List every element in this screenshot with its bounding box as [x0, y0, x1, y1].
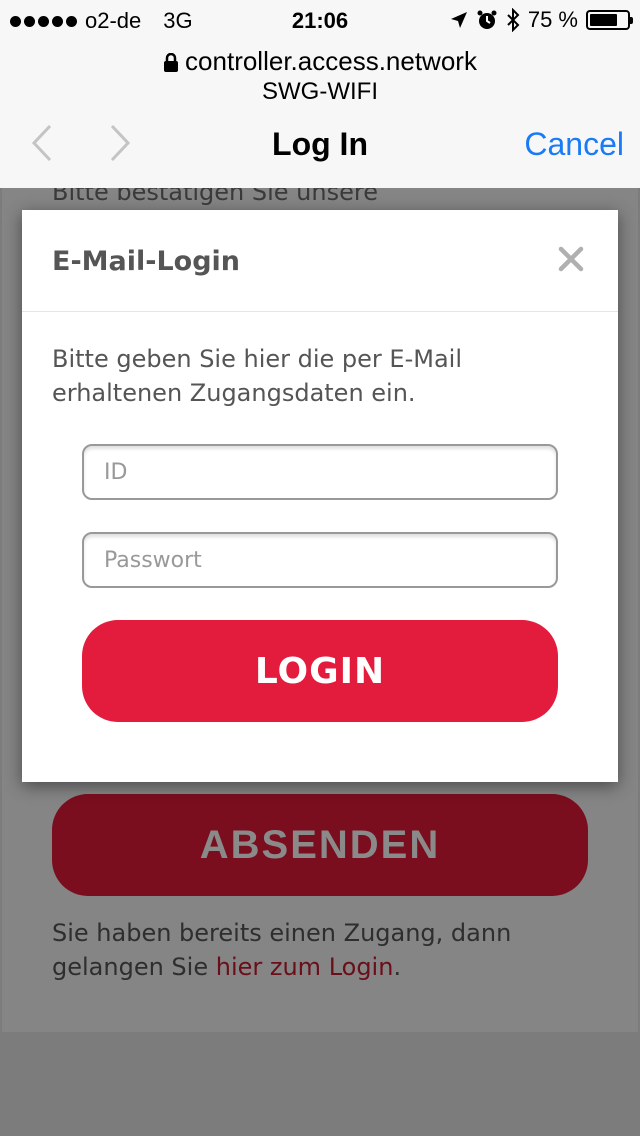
location-arrow-icon [450, 12, 467, 28]
close-button[interactable] [556, 244, 586, 274]
battery-fill [590, 14, 617, 26]
login-button[interactable]: LOGIN [82, 620, 558, 722]
close-icon [558, 246, 584, 272]
bluetooth-icon [507, 8, 520, 32]
alarm-clock-icon [477, 10, 497, 29]
lock-icon [164, 53, 179, 73]
consent-text: Bitte bestätigen Sie unsere [52, 188, 378, 206]
browser-header: controller.access.network SWG-WIFI Log I… [0, 40, 640, 188]
nav-row: Log In Cancel [0, 120, 640, 166]
status-right: 75 % [450, 7, 633, 33]
battery-icon [586, 10, 633, 30]
existing-access-text: Sie haben bereits einen Zugang, dann gel… [52, 916, 592, 984]
modal-title: E-Mail-Login [52, 246, 241, 277]
email-login-modal: E-Mail-Login Bitte geben Sie hier die pe… [22, 210, 618, 782]
url-text: controller.access.network [185, 46, 477, 76]
id-input[interactable] [82, 444, 558, 500]
submit-button[interactable]: ABSENDEN [52, 794, 588, 896]
network-ssid: SWG-WIFI [262, 78, 378, 105]
url-row: controller.access.network [0, 46, 640, 77]
cancel-button[interactable]: Cancel [524, 126, 624, 163]
modal-header: E-Mail-Login [22, 210, 618, 312]
existing-access-suffix: . [393, 953, 402, 981]
login-link[interactable]: hier zum Login [216, 953, 394, 981]
modal-description: Bitte geben Sie hier die per E-Mail erha… [52, 345, 462, 407]
password-input[interactable] [82, 532, 558, 588]
battery-percentage: 75 % [527, 7, 578, 32]
status-bar: o2-de 3G 21:06 75 % [0, 0, 640, 40]
